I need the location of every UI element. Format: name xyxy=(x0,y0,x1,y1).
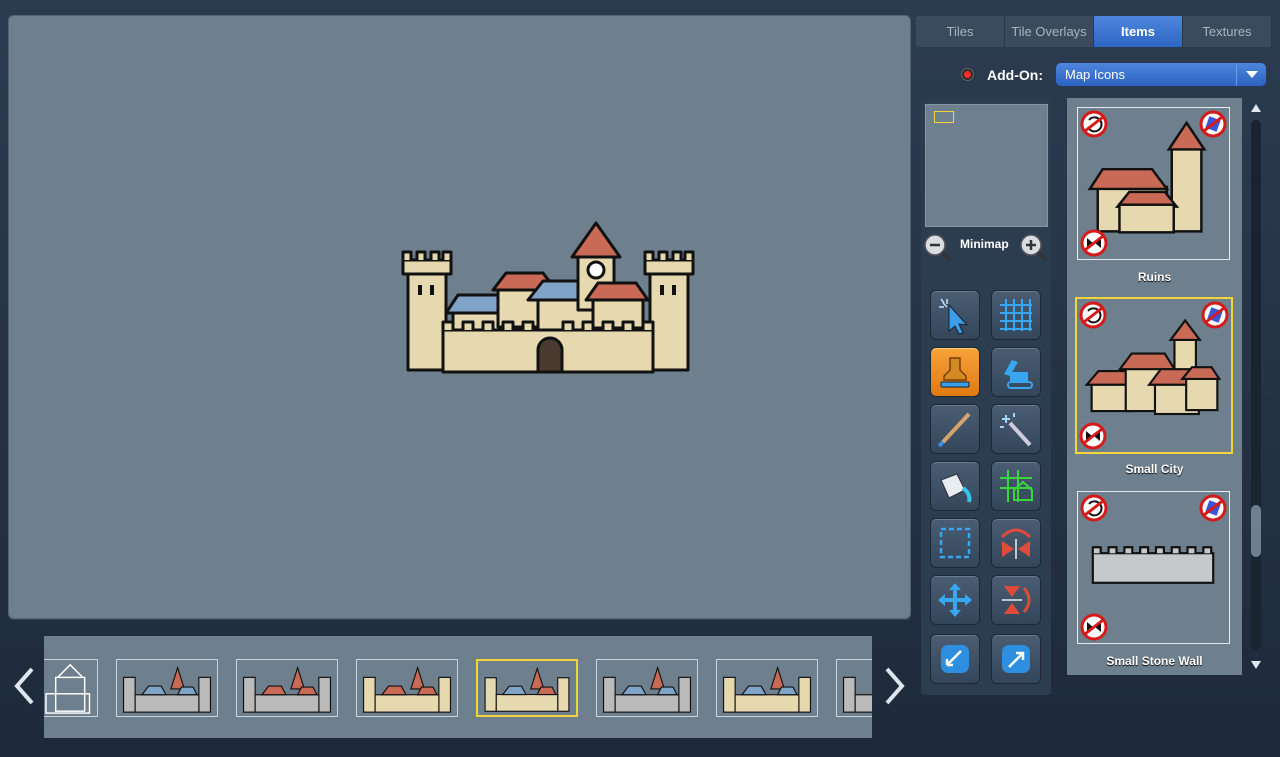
filmstrip-next-button[interactable] xyxy=(879,664,909,708)
addon-status-indicator xyxy=(961,68,974,81)
scroll-down-icon[interactable] xyxy=(1248,657,1264,673)
filmstrip-prev-button[interactable] xyxy=(10,664,40,708)
flip-disabled-icon[interactable] xyxy=(1079,422,1107,450)
export-button[interactable] xyxy=(991,634,1041,684)
rotate-disabled-icon[interactable] xyxy=(1080,110,1108,138)
grid-tool-button[interactable] xyxy=(991,290,1041,340)
asset-tabs: Tiles Tile Overlays Items Textures xyxy=(916,16,1272,47)
item-card-small-stone-wall[interactable] xyxy=(1077,491,1230,644)
item-card-ruins[interactable] xyxy=(1077,107,1230,260)
flip-disabled-icon[interactable] xyxy=(1080,613,1108,641)
magic-wand-tool-button[interactable] xyxy=(991,404,1041,454)
addon-label: Add-On: xyxy=(987,67,1043,83)
filmstrip-thumb[interactable] xyxy=(356,659,458,717)
flip-vertical-icon xyxy=(1002,586,1031,614)
export-icon xyxy=(1002,645,1030,673)
filmstrip-thumb[interactable] xyxy=(116,659,218,717)
tab-tile-overlays[interactable]: Tile Overlays xyxy=(1005,16,1094,47)
zoom-in-icon[interactable] xyxy=(1018,232,1048,262)
select-arrow-icon xyxy=(939,298,969,335)
grid-house-tool-button[interactable] xyxy=(991,461,1041,511)
scroll-thumb[interactable] xyxy=(1251,505,1261,557)
rotate-disabled-icon[interactable] xyxy=(1079,301,1107,329)
minimap-label: Minimap xyxy=(960,237,1009,251)
excavator-icon xyxy=(1004,360,1033,389)
filmstrip-thumb[interactable] xyxy=(716,659,818,717)
stamp-tool-button[interactable] xyxy=(930,347,980,397)
chevron-down-icon xyxy=(1236,63,1266,86)
scroll-up-icon[interactable] xyxy=(1248,100,1264,116)
excavator-tool-button[interactable] xyxy=(991,347,1041,397)
tab-tiles[interactable]: Tiles xyxy=(916,16,1005,47)
scroll-track[interactable] xyxy=(1251,120,1261,650)
import-button[interactable] xyxy=(930,634,980,684)
fill-tool-button[interactable] xyxy=(930,461,980,511)
tab-textures[interactable]: Textures xyxy=(1183,16,1272,47)
random-disabled-icon[interactable] xyxy=(1201,301,1229,329)
import-icon xyxy=(941,645,969,673)
items-panel: Ruins Small City Small Stone Wall xyxy=(1067,98,1242,675)
items-scrollbar[interactable] xyxy=(1248,100,1264,675)
map-canvas[interactable] xyxy=(8,15,911,619)
chevron-left-icon xyxy=(14,667,34,705)
random-disabled-icon[interactable] xyxy=(1199,494,1227,522)
item-card-small-city[interactable] xyxy=(1075,297,1233,454)
random-disabled-icon[interactable] xyxy=(1199,110,1227,138)
grid-house-icon xyxy=(1000,470,1033,502)
filmstrip-thumb[interactable] xyxy=(836,659,872,717)
move-tool-button[interactable] xyxy=(930,575,980,625)
filmstrip-thumb[interactable] xyxy=(596,659,698,717)
filmstrip xyxy=(44,636,872,738)
magic-wand-icon xyxy=(1000,413,1032,447)
chevron-right-icon xyxy=(885,667,905,705)
addon-dropdown[interactable]: Map Icons xyxy=(1056,63,1266,86)
tab-items[interactable]: Items xyxy=(1094,16,1183,47)
grid-icon xyxy=(1000,299,1032,331)
zoom-out-icon[interactable] xyxy=(922,232,952,262)
castle-map-icon[interactable] xyxy=(398,215,698,380)
item-label-ruins: Ruins xyxy=(1137,270,1172,284)
filmstrip-thumb[interactable] xyxy=(44,659,98,717)
paint-bucket-icon xyxy=(940,473,972,503)
flip-disabled-icon[interactable] xyxy=(1080,229,1108,257)
flip-vertical-button[interactable] xyxy=(991,575,1041,625)
minimap[interactable] xyxy=(925,104,1048,227)
move-icon xyxy=(938,583,972,617)
marquee-select-icon xyxy=(939,527,971,559)
stamp-icon xyxy=(940,357,970,388)
flip-horizontal-button[interactable] xyxy=(991,518,1041,568)
brush-icon xyxy=(937,412,971,448)
marquee-tool-button[interactable] xyxy=(930,518,980,568)
minimap-viewport[interactable] xyxy=(934,111,954,123)
addon-selected-value: Map Icons xyxy=(1065,67,1125,82)
filmstrip-thumb-selected[interactable] xyxy=(476,659,578,717)
filmstrip-thumb[interactable] xyxy=(236,659,338,717)
rotate-disabled-icon[interactable] xyxy=(1080,494,1108,522)
flip-horizontal-icon xyxy=(1000,528,1032,559)
select-tool-button[interactable] xyxy=(930,290,980,340)
brush-tool-button[interactable] xyxy=(930,404,980,454)
item-label-small-stone-wall: Small Stone Wall xyxy=(1106,654,1203,668)
item-label-small-city: Small City xyxy=(1125,462,1184,476)
